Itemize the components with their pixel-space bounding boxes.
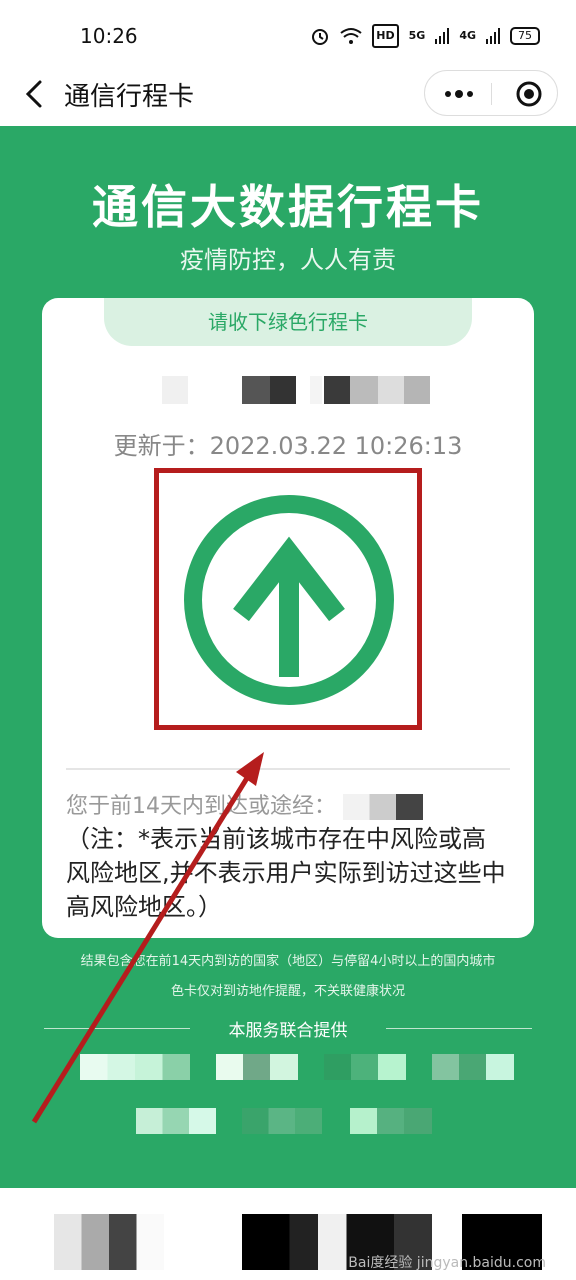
mosaic-block (162, 376, 188, 404)
main-title: 通信大数据行程卡 (92, 180, 484, 234)
itinerary-card: 请收下绿色行程卡 更新于：2022.03.22 10:26:13 您于前14天内… (42, 298, 534, 938)
update-time: 更新于：2022.03.22 10:26:13 (113, 432, 463, 460)
more-icon[interactable] (443, 85, 475, 103)
status-icons: HD 5G 4G 75 (310, 24, 540, 48)
masked-phone-number (162, 376, 432, 404)
card-divider (66, 768, 510, 770)
provider-header: 本服务联合提供 (44, 1016, 532, 1041)
nav-title: 通信行程卡 (64, 82, 195, 112)
close-mini-program-icon[interactable] (515, 80, 543, 108)
provider-logo (80, 1054, 190, 1080)
signal-5g-icon: 5G (408, 29, 426, 42)
footer-note-2: 色卡仅对到访地作提醒，不关联健康状况 (170, 984, 405, 999)
travel-prefix: 您于前14天内到达或途经： (66, 794, 336, 819)
risk-note: （注：*表示当前该城市存在中风险或高风险地区,并不表示用户实际到访过这些中高风险… (66, 825, 506, 921)
green-up-arrow-icon (184, 495, 394, 705)
mosaic-block (242, 376, 270, 404)
mosaic-block (324, 376, 350, 404)
provider-logo (432, 1054, 514, 1080)
slogan: 疫情防控，人人有责 (180, 246, 396, 274)
signal-bars-icon (435, 28, 450, 44)
card-tab-label: 请收下绿色行程卡 (104, 298, 472, 346)
mosaic-block (404, 376, 430, 404)
bottom-strip: Bai度经验 jingyan.baidu.com (0, 1188, 576, 1280)
mosaic-block (270, 376, 296, 404)
back-arrow-icon[interactable] (22, 78, 46, 110)
battery-icon: 75 (510, 27, 540, 45)
itinerary-card-area: 通信大数据行程卡 疫情防控，人人有责 请收下绿色行程卡 更新于：2022.03.… (0, 126, 576, 1188)
masked-city (343, 794, 423, 820)
travel-cities: 您于前14天内到达或途经： (66, 788, 423, 820)
provider-logo (350, 1108, 432, 1134)
nav-bar: 通信行程卡 (0, 62, 576, 126)
highlight-box (154, 468, 422, 730)
status-bar: 10:26 HD 5G 4G 75 (0, 0, 576, 70)
signal-bars-icon-2 (486, 28, 500, 44)
footer-note-1: 结果包含您在前14天内到访的国家（地区）与停留4小时以上的国内城市 (80, 954, 496, 969)
mosaic-block (310, 376, 322, 404)
provider-logo (216, 1054, 298, 1080)
alarm-icon (312, 29, 329, 45)
mosaic-block (54, 1214, 164, 1270)
provider-logo (242, 1108, 322, 1134)
mosaic-block (378, 376, 404, 404)
provider-logo (136, 1108, 216, 1134)
provider-logo (324, 1054, 406, 1080)
signal-4g-icon: 4G (459, 29, 476, 42)
status-time: 10:26 (80, 24, 138, 48)
hd-icon: HD (372, 24, 399, 48)
watermark: Bai度经验 jingyan.baidu.com (348, 1255, 546, 1271)
mosaic-block (350, 376, 378, 404)
wifi-icon (340, 28, 362, 44)
provider-line-right (386, 1028, 532, 1029)
capsule-divider (491, 83, 492, 105)
mini-program-capsule (424, 70, 558, 116)
